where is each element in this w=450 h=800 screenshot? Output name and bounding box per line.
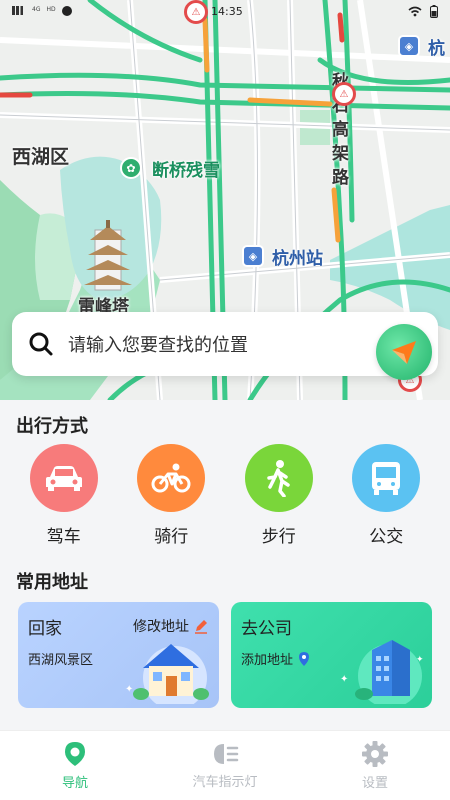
mode-walk-label: 步行 xyxy=(261,527,296,547)
tab-settings-label: 设置 xyxy=(361,776,388,791)
building-illustration: ✦ ✦ xyxy=(340,640,424,704)
mode-bike[interactable]: 骑行 xyxy=(126,444,216,547)
pencil-icon xyxy=(195,620,207,634)
battery-icon xyxy=(430,5,438,18)
tab-navigation-label: 导航 xyxy=(61,776,88,791)
search-input[interactable]: 请输入您要查找的位置 xyxy=(68,331,248,357)
search-icon xyxy=(29,332,53,356)
hd-text: HD xyxy=(46,6,56,13)
location-pin-icon xyxy=(299,651,310,666)
house-illustration: ✦ xyxy=(125,644,209,704)
status-right xyxy=(408,5,438,18)
travel-modes: 驾车 骑行 步行 公交 xyxy=(0,444,450,547)
add-address-label: 添加地址 xyxy=(241,653,294,668)
edge-label: 杭 xyxy=(428,39,445,59)
car-icon xyxy=(29,444,98,512)
mode-drive[interactable]: 驾车 xyxy=(19,444,109,547)
mode-drive-label: 驾车 xyxy=(46,527,81,547)
home-address-card[interactable]: 回家 西湖风景区 修改地址 ✦ xyxy=(18,602,219,708)
mode-bus[interactable]: 公交 xyxy=(341,444,431,547)
district-label: 西湖区 xyxy=(12,146,70,168)
status-time: 14:35 xyxy=(211,5,243,18)
tab-settings[interactable]: 设置 xyxy=(300,731,450,800)
signal-icon xyxy=(12,6,26,15)
navigate-button[interactable] xyxy=(376,324,432,380)
station-label[interactable]: 杭州站 xyxy=(272,244,323,269)
travel-mode-title: 出行方式 xyxy=(16,416,88,437)
svg-text:✦: ✦ xyxy=(125,684,133,695)
construction-alert-icon[interactable]: ⚠ xyxy=(332,82,356,106)
tab-navigation[interactable]: 导航 xyxy=(0,731,150,800)
status-left: 4G HD xyxy=(12,6,72,16)
status-bar: 4G HD 14:35 xyxy=(0,0,450,24)
work-address-card[interactable]: 去公司 添加地址 ✦ ✦ xyxy=(231,602,432,708)
search-bar[interactable]: 请输入您要查找的位置 xyxy=(12,312,438,380)
metro-icon[interactable]: ◈ xyxy=(398,35,420,57)
network-text: 4G xyxy=(32,6,41,13)
wifi-icon xyxy=(408,6,422,17)
station-icon[interactable]: ◈ xyxy=(242,245,264,267)
common-address-title: 常用地址 xyxy=(16,572,88,593)
svg-text:✦: ✦ xyxy=(416,655,424,665)
mode-walk[interactable]: 步行 xyxy=(234,444,324,547)
bus-icon xyxy=(352,444,421,512)
navigation-icon xyxy=(65,742,85,766)
notification-icon xyxy=(61,6,72,16)
edit-address-button[interactable]: 修改地址 xyxy=(133,616,209,636)
mode-bus-label: 公交 xyxy=(369,527,404,547)
poi-icon[interactable]: ✿ xyxy=(120,157,142,179)
poi-label[interactable]: 断桥残雪 xyxy=(152,156,220,181)
tab-bar: 导航 汽车指示灯 设置 xyxy=(0,730,450,800)
tab-car-lights-label: 汽车指示灯 xyxy=(192,775,258,790)
gear-icon xyxy=(362,741,388,767)
bottom-panel: 出行方式 驾车 骑行 步行 公交 常用地址 回家 西湖风景区 修改地址 ✦ 去公… xyxy=(0,400,450,730)
edit-address-label: 修改地址 xyxy=(133,619,189,635)
walk-icon xyxy=(244,444,313,512)
car-light-icon xyxy=(214,744,239,764)
bicycle-icon xyxy=(137,444,206,512)
mode-bike-label: 骑行 xyxy=(154,527,189,547)
send-arrow-icon xyxy=(392,341,416,364)
svg-text:✦: ✦ xyxy=(340,674,348,685)
tab-car-lights[interactable]: 汽车指示灯 xyxy=(150,731,300,800)
